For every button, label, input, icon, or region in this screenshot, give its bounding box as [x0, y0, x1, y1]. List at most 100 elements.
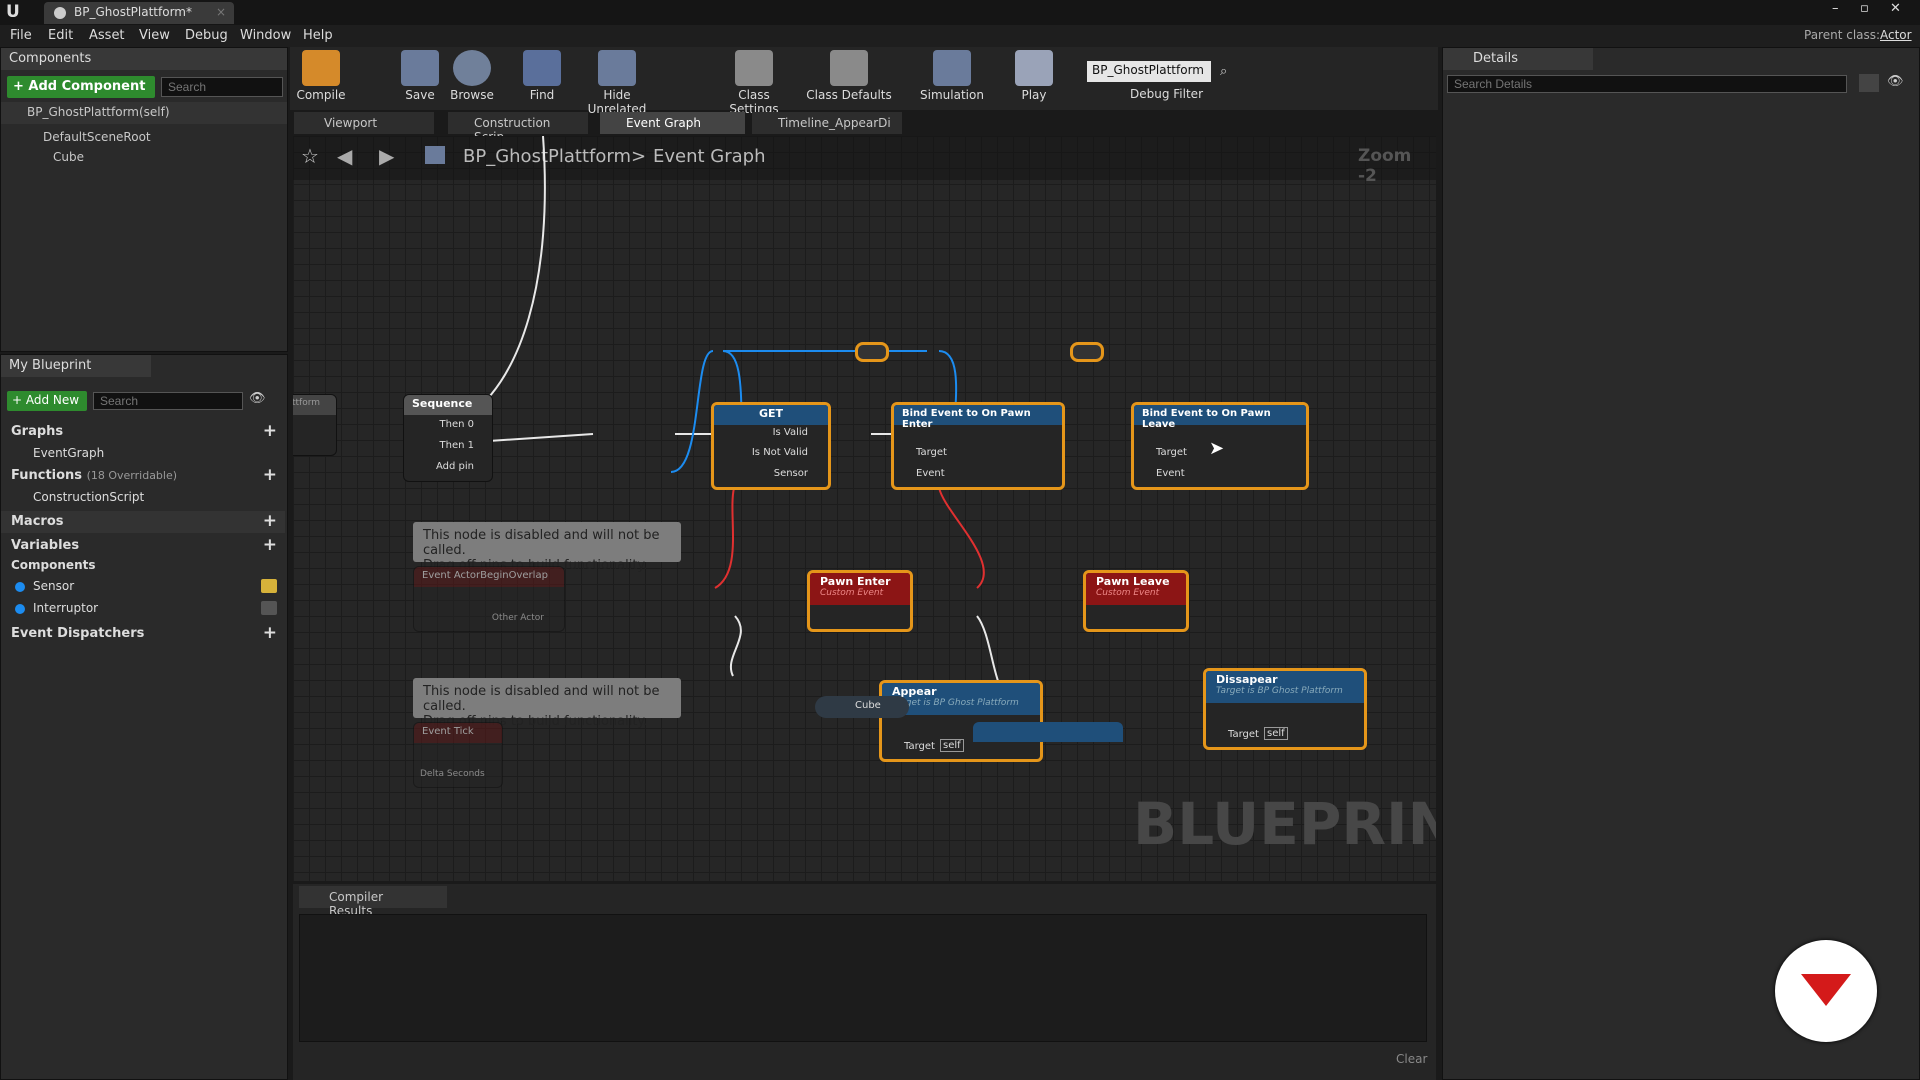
title-bar: U BP_GhostPlattform* × – ▫ ✕ [0, 0, 1920, 25]
construction-script-item[interactable]: ConstructionScript [1, 487, 285, 509]
details-tab[interactable]: Details [1443, 48, 1593, 70]
event-dispatchers-section[interactable]: Event Dispatchers + [1, 623, 285, 645]
minimize-icon[interactable]: – [1832, 1, 1839, 16]
bind-leave-event: Event [1156, 468, 1185, 479]
components-search-input[interactable] [161, 77, 283, 97]
class-settings-button[interactable]: Class Settings [712, 50, 796, 116]
pawn-enter-event-node[interactable]: Pawn Enter Custom Event [807, 570, 913, 632]
event-tick-title: Event Tick [414, 723, 502, 743]
reroute-node-2[interactable] [1070, 342, 1104, 362]
appear-subtitle: Target is BP Ghost Plattform [892, 698, 1019, 708]
debug-filter-label: Debug Filter [1130, 87, 1203, 101]
dissapear-self-field[interactable]: self [1264, 727, 1288, 740]
appear-function-node[interactable]: Appear Target is BP Ghost Plattform Targ… [879, 680, 1043, 762]
sequence-node[interactable]: Sequence Then 0 Then 1 Add pin [403, 394, 493, 482]
menu-bar: File Edit Asset View Debug Window Help P… [0, 25, 1920, 47]
event-begin-overlap-node[interactable]: Event ActorBeginOverlap Other Actor [413, 566, 565, 632]
add-dispatcher-icon[interactable]: + [263, 625, 277, 642]
dissapear-subtitle: Target is BP Ghost Plattform [1216, 686, 1343, 696]
close-window-icon[interactable]: ✕ [1890, 1, 1901, 16]
tree-item-defaultsceneroot[interactable]: DefaultSceneRoot [43, 130, 151, 144]
appear-self-field[interactable]: self [940, 739, 964, 752]
compile-button[interactable]: Compile [296, 50, 346, 102]
functions-section[interactable]: Functions (18 Overridable) + [1, 465, 285, 487]
event-graph-canvas[interactable]: ☆ ◀ ▶ BP_GhostPlattform > Event Graph Zo… [293, 136, 1436, 881]
debug-object-dropdown[interactable]: BP_GhostPlattform [1087, 61, 1211, 82]
get-is-valid: Is Valid [772, 427, 808, 438]
cube-node-label: Cube [855, 700, 881, 711]
add-variable-icon[interactable]: + [263, 537, 277, 554]
graphs-section[interactable]: Graphs + [1, 421, 285, 443]
document-tab[interactable]: BP_GhostPlattform* × [44, 2, 234, 24]
menu-window[interactable]: Window [240, 25, 291, 46]
tab-construction-script[interactable]: Construction Scrip [448, 112, 588, 144]
sequence-add-pin[interactable]: Add pin [436, 461, 474, 472]
clear-button[interactable]: Clear [1396, 1052, 1427, 1066]
cube-variable-node[interactable]: Cube [815, 696, 909, 718]
class-defaults-label: Class Defaults [806, 88, 892, 102]
bind-enter-event: Event [916, 468, 945, 479]
eye-icon[interactable]: 👁 [249, 391, 266, 406]
class-defaults-button[interactable]: Class Defaults [806, 50, 892, 102]
compiler-results-panel: Compiler Results Clear [293, 884, 1436, 1080]
play-button[interactable]: Play [1012, 50, 1056, 102]
begin-overlap-other-actor: Other Actor [491, 613, 544, 623]
disabled-comment-2: This node is disabled and will not be ca… [413, 678, 681, 729]
partial-bottom-node[interactable] [973, 722, 1123, 742]
gear-icon [735, 50, 773, 86]
add-macro-icon[interactable]: + [263, 513, 277, 530]
menu-help[interactable]: Help [303, 25, 333, 46]
tab-timeline[interactable]: Timeline_AppearDi [752, 112, 902, 134]
eye-closed-icon[interactable] [261, 601, 277, 615]
add-new-button[interactable]: + Add New [7, 391, 87, 411]
tab-viewport[interactable]: Viewport [294, 112, 434, 134]
add-function-icon[interactable]: + [263, 467, 277, 484]
dissapear-header: Dissapear Target is BP Ghost Plattform [1206, 671, 1364, 703]
macros-section[interactable]: Macros + [1, 511, 285, 533]
dissapear-function-node[interactable]: Dissapear Target is BP Ghost Plattform T… [1203, 668, 1367, 750]
add-component-button[interactable]: + Add Component [7, 76, 155, 98]
sensor-label: Sensor [33, 579, 75, 593]
close-icon[interactable]: × [216, 5, 226, 19]
hide-unrelated-button[interactable]: Hide Unrelated [574, 50, 660, 116]
compiler-results-tab[interactable]: Compiler Results [299, 886, 447, 918]
components-group[interactable]: Components [1, 555, 285, 577]
sequence-title: Sequence [404, 395, 492, 415]
simulation-button[interactable]: Simulation [920, 50, 984, 102]
find-button[interactable]: Find [520, 50, 564, 102]
menu-edit[interactable]: Edit [48, 25, 73, 46]
unreal-logo-icon: U [6, 2, 20, 22]
pawn-leave-event-node[interactable]: Pawn Leave Custom Event [1083, 570, 1189, 632]
bind-pawn-enter-node[interactable]: Bind Event to On Pawn Enter Target Event [891, 402, 1065, 490]
tab-event-graph[interactable]: Event Graph [600, 112, 745, 134]
my-blueprint-search-input[interactable] [93, 392, 243, 410]
eye-icon[interactable]: 👁 [1887, 74, 1904, 89]
tree-item-cube[interactable]: Cube [53, 150, 84, 164]
search-icon[interactable]: ⌕ [1220, 64, 1227, 79]
eye-open-icon[interactable] [261, 579, 277, 593]
components-title: Components [9, 51, 92, 66]
left-node-partial[interactable]: ttform [293, 394, 337, 456]
my-blueprint-tab[interactable]: My Blueprint [1, 355, 151, 377]
reroute-node-1[interactable] [855, 342, 889, 362]
event-tick-node[interactable]: Event Tick Delta Seconds [413, 722, 503, 788]
begin-overlap-title: Event ActorBeginOverlap [414, 567, 564, 587]
list-view-icon[interactable] [1859, 74, 1879, 92]
save-button[interactable]: Save [398, 50, 442, 102]
parent-class-label: Parent class: [1804, 28, 1881, 42]
parent-class-link[interactable]: Actor [1880, 28, 1912, 42]
get-node[interactable]: GET Is Valid Is Not Valid Sensor [711, 402, 831, 490]
menu-view[interactable]: View [139, 25, 170, 46]
menu-file[interactable]: File [10, 25, 32, 46]
browse-button[interactable]: Browse [448, 50, 496, 102]
component-root-item[interactable]: BP_GhostPlattform(self) [1, 102, 287, 124]
menu-asset[interactable]: Asset [89, 25, 125, 46]
details-search-input[interactable] [1447, 75, 1847, 93]
variable-interruptor[interactable]: Interruptor [1, 598, 285, 620]
add-graph-icon[interactable]: + [263, 423, 277, 440]
variable-sensor[interactable]: Sensor [1, 576, 285, 598]
event-graph-item[interactable]: EventGraph [1, 443, 285, 465]
maximize-icon[interactable]: ▫ [1860, 1, 1869, 16]
variables-section[interactable]: Variables + [1, 535, 285, 557]
menu-debug[interactable]: Debug [185, 25, 228, 46]
